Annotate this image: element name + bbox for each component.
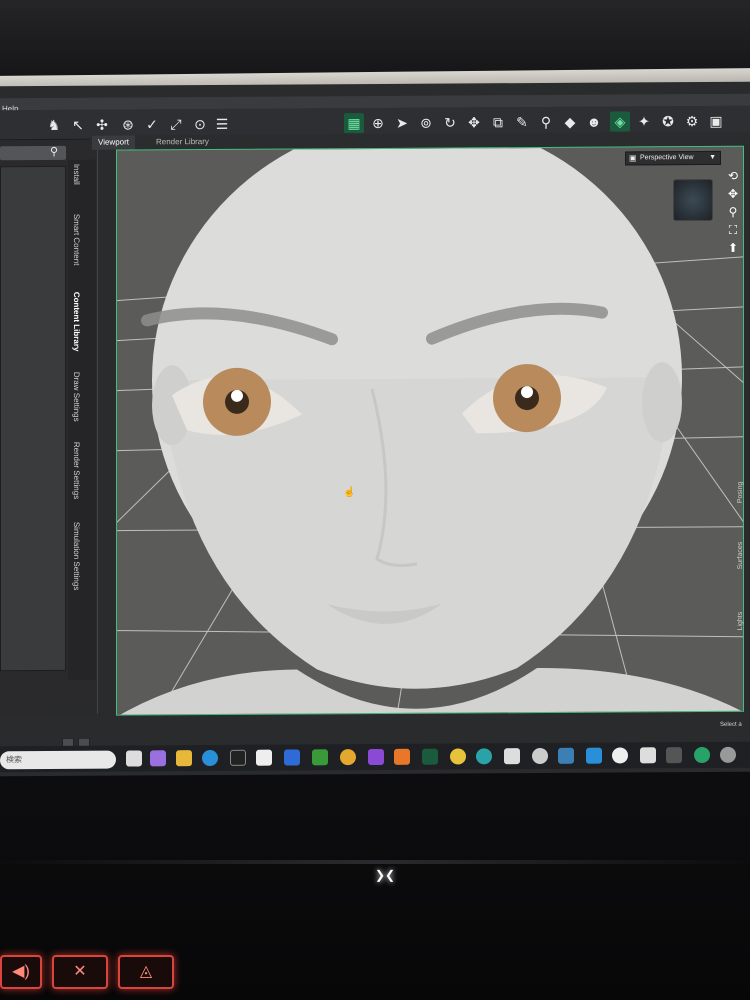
app-icon-blue[interactable] xyxy=(284,749,300,766)
transform-icon[interactable]: ✣ xyxy=(92,115,112,135)
camera-icon: ▣ xyxy=(629,153,637,163)
zoom-icon[interactable]: ⚲ xyxy=(725,205,741,219)
pin-icon[interactable]: ✓ xyxy=(142,114,162,134)
scene-icon[interactable]: ⚙ xyxy=(682,111,702,131)
steam-icon[interactable] xyxy=(558,747,574,764)
file-explorer-icon[interactable] xyxy=(176,750,192,767)
laptop-hinge xyxy=(0,860,750,864)
viewport[interactable]: ▣ Perspective View ▼ ⟲ ✥ ⚲ ⛶ ⬆ ☝ xyxy=(116,145,744,716)
globe-app-icon[interactable] xyxy=(476,748,492,765)
copilot-icon[interactable] xyxy=(150,750,166,767)
key-volume: ◀) xyxy=(0,955,42,989)
search-icon[interactable]: ⚲ xyxy=(50,145,58,158)
light-icon[interactable]: ✪ xyxy=(658,111,678,131)
left-vertical-tabs: Install Smart Content Content Library Dr… xyxy=(68,159,96,680)
viewport-scene xyxy=(117,146,744,716)
joint-editor-icon[interactable]: ✎ xyxy=(512,112,532,132)
pan-icon[interactable]: ✥ xyxy=(725,187,741,201)
settings-app-icon[interactable] xyxy=(586,747,602,764)
frame-icon[interactable]: ⛶ xyxy=(725,223,741,237)
tab-surfaces[interactable]: Surfaces xyxy=(737,542,744,570)
taskbar: 検索 xyxy=(0,741,750,773)
surface-selection-icon[interactable]: ◆ xyxy=(560,112,580,132)
tab-lights[interactable]: Lights xyxy=(737,612,744,631)
app-icon-gray[interactable] xyxy=(666,747,682,764)
node-select-icon[interactable]: ⊚ xyxy=(416,113,436,133)
select-arrow-icon[interactable]: ➤ xyxy=(392,113,412,133)
tab-render-settings[interactable]: Render Settings xyxy=(72,442,81,499)
daz-icon[interactable] xyxy=(422,748,438,765)
chrome-icon[interactable] xyxy=(340,749,356,766)
key-function: ◬ xyxy=(118,955,174,989)
tab-render-library[interactable]: Render Library xyxy=(150,135,215,149)
photo-stage: Help ♞ ↖ ✣ ⊛ ✓ ⤢ ⊙ ☰ ▦ ⊕ ➤ ⊚ ↻ ✥ ⧉ ✎ ⚲ ◆… xyxy=(0,0,750,1000)
orbit-icon[interactable]: ⟲ xyxy=(725,169,741,183)
rotate-tool-icon[interactable]: ↻ xyxy=(440,112,460,132)
store-icon[interactable] xyxy=(256,749,272,766)
tab-simulation-settings[interactable]: Simulation Settings xyxy=(72,522,81,591)
taskbar-search-field[interactable]: 検索 xyxy=(0,750,116,770)
key-mute: ✕ xyxy=(52,955,108,989)
gear-icon[interactable] xyxy=(720,746,736,763)
reset-view-icon[interactable]: ⬆ xyxy=(725,241,741,255)
emoji-app-icon[interactable] xyxy=(450,748,466,765)
tab-viewport[interactable]: Viewport xyxy=(92,135,135,150)
figure-pose-icon[interactable]: ☻ xyxy=(584,112,604,132)
monitor-bezel xyxy=(0,0,750,80)
render-camera-icon[interactable]: ▣ xyxy=(706,111,726,131)
content-list[interactable] xyxy=(0,165,66,672)
camera-label: Perspective View xyxy=(640,154,694,162)
notepad-icon[interactable] xyxy=(640,747,656,764)
visual-studio-icon[interactable] xyxy=(368,748,384,766)
blender-icon[interactable] xyxy=(394,748,410,765)
geometry-editor-icon[interactable]: ◈ xyxy=(610,111,630,132)
rotate-icon[interactable]: ⊛ xyxy=(118,114,138,134)
geometry-icon[interactable]: ⊙ xyxy=(190,114,210,134)
tab-smart-content[interactable]: Smart Content xyxy=(72,214,81,266)
mouse-cursor: ☝ xyxy=(343,487,356,499)
left-panel: ⚲ ▦ Install Smart Content Content Librar… xyxy=(0,139,98,748)
tab-install[interactable]: Install xyxy=(72,164,81,185)
xbox-icon[interactable] xyxy=(312,749,328,766)
node-pick-icon[interactable]: ↖ xyxy=(68,115,88,135)
grid-icon[interactable]: ▦ xyxy=(344,113,364,134)
chevron-down-icon: ▼ xyxy=(709,153,716,161)
translate-tool-icon[interactable]: ✥ xyxy=(464,112,484,132)
obs-icon[interactable] xyxy=(532,747,548,765)
app-icon-green[interactable] xyxy=(694,746,710,764)
app-icon-dark[interactable] xyxy=(230,749,246,766)
laptop-logo: ❯❮ xyxy=(374,868,396,882)
figure-icon[interactable]: ♞ xyxy=(44,115,64,135)
universal-tool-icon[interactable]: ⊕ xyxy=(368,113,388,133)
camera-dropdown[interactable]: ▣ Perspective View ▼ xyxy=(625,150,721,166)
active-pose-icon[interactable]: ⚲ xyxy=(536,112,556,132)
tab-posing[interactable]: Posing xyxy=(737,482,744,503)
task-view-icon[interactable] xyxy=(126,750,142,767)
status-select-label: Select a xyxy=(720,721,742,728)
right-vertical-tabs: Posing Surfaces Lights xyxy=(736,422,750,722)
spot-render-icon[interactable]: ✦ xyxy=(634,111,654,131)
scale-icon[interactable]: ⤢ xyxy=(166,114,186,134)
unreal-icon[interactable] xyxy=(612,747,628,764)
list-icon[interactable]: ☰ xyxy=(212,114,232,134)
view-cube[interactable] xyxy=(673,178,713,222)
tab-content-library[interactable]: Content Library xyxy=(72,292,81,352)
tab-draw-settings[interactable]: Draw Settings xyxy=(72,372,81,422)
scale-tool-icon[interactable]: ⧉ xyxy=(488,112,508,132)
screen: Help ♞ ↖ ✣ ⊛ ✓ ⤢ ⊙ ☰ ▦ ⊕ ➤ ⊚ ↻ ✥ ⧉ ✎ ⚲ ◆… xyxy=(0,81,750,777)
edge-icon[interactable] xyxy=(202,749,218,767)
unity-icon[interactable] xyxy=(504,748,520,765)
